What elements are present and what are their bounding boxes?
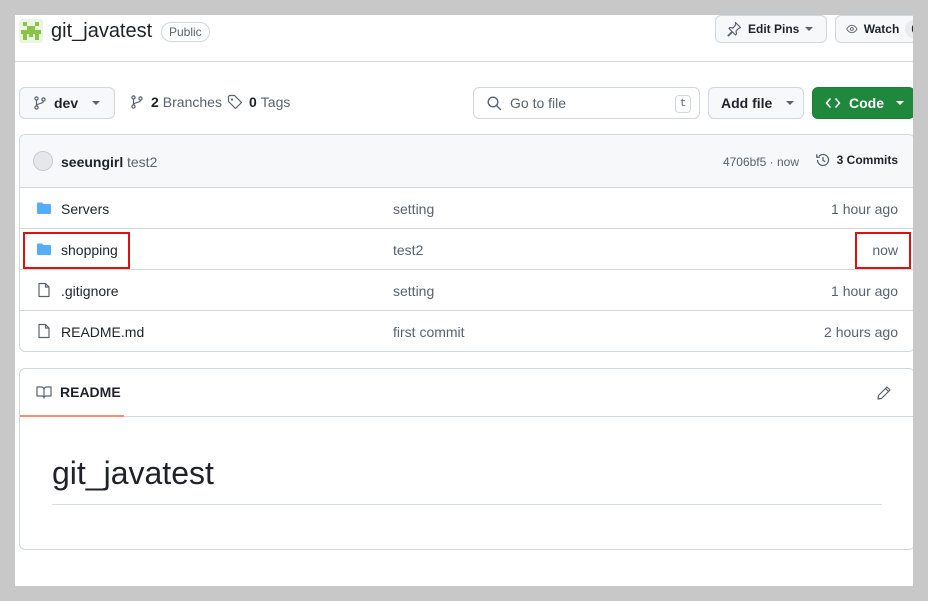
- chevron-down-icon: [805, 27, 814, 31]
- file-icon: [38, 323, 50, 339]
- add-file-label: Add file: [721, 95, 773, 111]
- watch-count: 0: [905, 20, 913, 38]
- edit-pins-label: Edit Pins: [748, 22, 800, 36]
- watch-label: Watch: [863, 22, 900, 36]
- table-row: Servers setting 1 hour ago: [20, 188, 913, 229]
- branches-label: Branches: [162, 94, 222, 110]
- chevron-down-icon: [896, 101, 904, 105]
- file-commit-message-link[interactable]: setting: [393, 201, 434, 217]
- commit-hash-time[interactable]: 4706bf5 · now: [723, 155, 799, 169]
- file-commit-age: 1 hour ago: [831, 201, 898, 217]
- code-label: Code: [849, 95, 884, 111]
- pin-icon: [727, 21, 742, 37]
- file-commit-age: 2 hours ago: [824, 324, 898, 340]
- file-name-link[interactable]: .gitignore: [61, 283, 119, 299]
- eye-icon: [846, 24, 858, 34]
- watch-button[interactable]: Watch 0: [835, 15, 913, 43]
- file-commit-age: 1 hour ago: [831, 283, 898, 299]
- file-table: seeungirl test2 4706bf5 · now 3 Commits …: [19, 134, 913, 352]
- chevron-down-icon: [92, 101, 101, 105]
- readme-heading: git_javatest: [52, 455, 882, 505]
- book-icon: [36, 386, 52, 399]
- git-branch-icon: [131, 95, 143, 109]
- repo-owner-avatar-icon[interactable]: [19, 19, 43, 43]
- repo-name-link[interactable]: git_javatest: [51, 20, 152, 43]
- file-commit-message-link[interactable]: first commit: [393, 324, 465, 340]
- branches-link[interactable]: 2 Branches: [129, 94, 222, 110]
- search-icon: [487, 96, 502, 111]
- file-commit-message-link[interactable]: test2: [393, 242, 423, 258]
- commits-count-label: 3 Commits: [836, 153, 898, 167]
- branches-count: 2: [151, 94, 159, 110]
- go-to-file-input[interactable]: [510, 95, 670, 111]
- add-file-button[interactable]: Add file: [708, 87, 804, 119]
- file-name-link[interactable]: README.md: [61, 324, 144, 340]
- git-branch-icon: [34, 96, 46, 110]
- readme-tab-label: README: [60, 384, 121, 400]
- branch-selector-button[interactable]: dev: [19, 87, 115, 119]
- file-commit-message-link[interactable]: setting: [393, 283, 434, 299]
- table-row: README.md first commit 2 hours ago: [20, 311, 913, 351]
- go-to-file-search[interactable]: t: [473, 87, 700, 119]
- commit-author-link[interactable]: seeungirl: [61, 154, 123, 170]
- branch-name: dev: [54, 95, 79, 111]
- table-row: .gitignore setting 1 hour ago: [20, 270, 913, 311]
- history-icon: [815, 153, 829, 167]
- visibility-badge: Public: [161, 22, 210, 42]
- tab-readme[interactable]: README: [20, 369, 124, 417]
- tags-count: 0: [249, 94, 257, 110]
- keyboard-shortcut-hint: t: [675, 95, 691, 113]
- commit-message-link[interactable]: test2: [127, 154, 157, 170]
- file-commit-age: now: [872, 242, 898, 258]
- code-button[interactable]: Code: [812, 87, 913, 119]
- readme-panel: README git_javatest: [19, 368, 913, 550]
- tag-icon: [227, 94, 243, 110]
- pencil-icon[interactable]: [876, 385, 892, 401]
- commits-history-link[interactable]: 3 Commits: [815, 152, 898, 168]
- tags-link[interactable]: 0 Tags: [227, 94, 290, 110]
- repo-header: git_javatest Public Edit Pins Watch 0: [15, 15, 913, 62]
- avatar[interactable]: [33, 151, 53, 171]
- readme-tabs: README: [20, 369, 913, 417]
- table-row: shopping test2 now: [20, 229, 913, 270]
- file-name-link[interactable]: shopping: [61, 242, 118, 258]
- folder-icon: [37, 202, 51, 214]
- chevron-down-icon: [786, 101, 795, 105]
- file-name-link[interactable]: Servers: [61, 201, 109, 217]
- repository-page: git_javatest Public Edit Pins Watch 0 de…: [15, 15, 913, 586]
- tags-label: Tags: [260, 94, 291, 110]
- latest-commit-bar: seeungirl test2 4706bf5 · now 3 Commits: [20, 135, 913, 188]
- file-icon: [38, 282, 50, 298]
- edit-pins-button[interactable]: Edit Pins: [715, 15, 827, 43]
- code-icon: [825, 98, 841, 108]
- folder-icon: [37, 243, 51, 255]
